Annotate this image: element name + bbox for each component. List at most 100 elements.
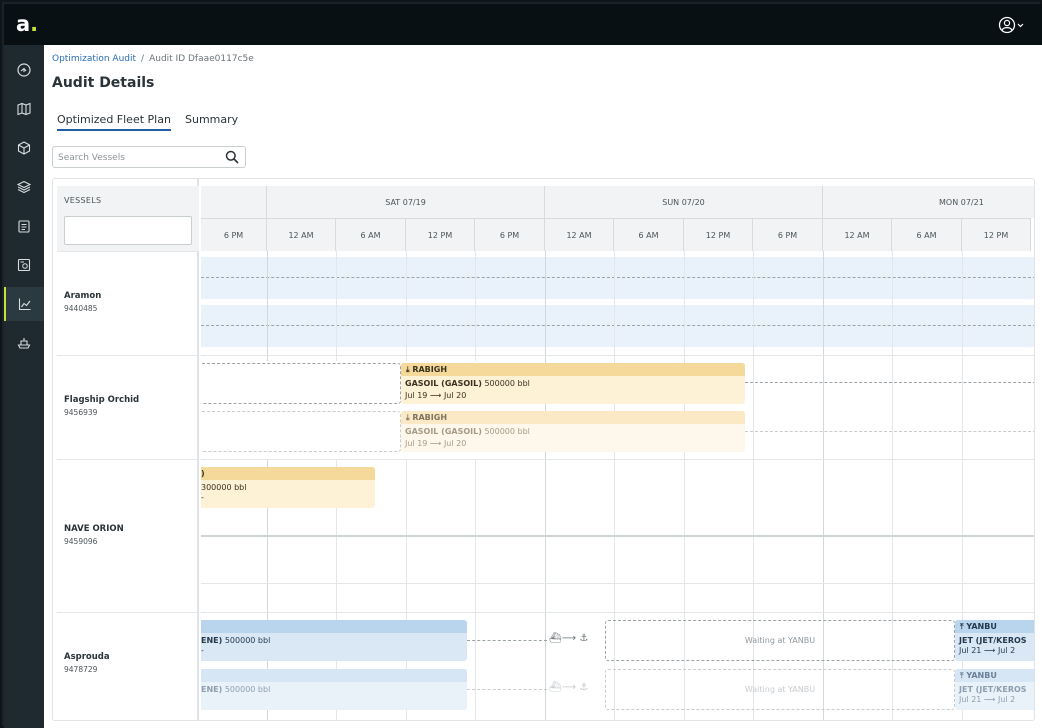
voyage-card[interactable]: ⤒ YANBU JET (JET/KEROS Jul 21 ⟶ Jul 2 — [955, 620, 1034, 661]
track-line — [467, 689, 547, 690]
search-icon[interactable] — [225, 150, 239, 164]
sidebar-item-vessels[interactable] — [4, 326, 44, 360]
track-line — [467, 640, 547, 641]
cargo-qty: 500000 bbl — [484, 379, 530, 388]
ship-transit-icon: ⛴⟶ — [549, 633, 577, 644]
breadcrumb-link-optimization-audit[interactable]: Optimization Audit — [52, 54, 136, 64]
voyage-card-header — [201, 620, 467, 633]
original-voyage-card[interactable]: ⤓ RABIGH GASOIL (GASOIL) 500000 bbl Jul … — [401, 411, 745, 452]
date-from: Jul 19 — [405, 439, 428, 448]
waiting-segment[interactable]: Waiting at YANBU — [605, 620, 955, 661]
voyage-card[interactable]: ⤓ RABIGH GASOIL (GASOIL) 500000 bbl Jul … — [401, 363, 745, 404]
day-header: SUN 07/20 — [545, 186, 823, 218]
cargo-qty: 500000 bbl — [224, 636, 271, 645]
sidebar-item-analytics[interactable] — [4, 287, 44, 321]
vessel-id: 9440485 — [64, 304, 98, 313]
cargo-name: ENE) — [201, 636, 223, 645]
tab-optimized-fleet-plan[interactable]: Optimized Fleet Plan — [57, 113, 171, 131]
vessel-name: Aramon — [64, 291, 102, 301]
row-separator — [201, 355, 1034, 356]
vessel-search — [52, 146, 246, 168]
cargo-name: JET (JET/KEROS — [959, 685, 1027, 694]
breadcrumb-current: Audit ID Dfaae0117c5e — [149, 54, 254, 64]
row-separator — [201, 459, 1034, 460]
arrow-icon: ⟶ — [983, 646, 996, 655]
original-voyage-card[interactable]: ⤒ YANBU JET (JET/KEROS Jul 21 ⟶ Jul 2 — [955, 669, 1034, 710]
hour-header: 6 AM — [614, 218, 684, 251]
sidebar-item-layers[interactable] — [4, 170, 44, 204]
prior-voyage-segment[interactable] — [201, 363, 401, 404]
sidebar-item-inventory[interactable] — [4, 131, 44, 165]
voyage-card-header: ⤓ RABIGH — [401, 411, 745, 424]
date-to: Jul 20 — [443, 391, 467, 400]
vessel-id: 9478729 — [64, 665, 98, 674]
sidebar-item-reports[interactable] — [4, 248, 44, 282]
fleet-timeline: VESSELS Aramon 9440485 Flagship Orchid 9… — [52, 178, 1035, 721]
vessel-row[interactable]: Aramon 9440485 — [57, 251, 199, 355]
date-line: Jul 19 ⟶ Jul 20 — [401, 391, 745, 400]
track-divider — [201, 535, 1034, 537]
timeline-band — [201, 305, 1034, 347]
hour-header: 6 AM — [336, 218, 406, 251]
chart-icon — [18, 298, 31, 311]
hour-header: 6 AM — [892, 218, 962, 251]
tab-summary[interactable]: Summary — [185, 113, 238, 126]
search-input[interactable] — [58, 150, 218, 165]
date-to: Jul 20 — [443, 439, 467, 448]
ship-icon — [17, 338, 31, 349]
sidebar-item-schedule[interactable] — [4, 209, 44, 243]
track-line — [201, 325, 1034, 326]
voyage-card-header — [201, 669, 467, 682]
vessel-row[interactable]: Flagship Orchid 9456939 — [57, 355, 199, 459]
dashboard-icon — [17, 63, 31, 77]
voyage-card[interactable]: ENE) 500000 bbl - — [201, 620, 467, 661]
date-line: Jul 21 ⟶ Jul 2 — [955, 646, 1034, 655]
hour-header: 12 AM — [823, 218, 892, 251]
day-header-spacer — [201, 186, 267, 218]
date-to: Jul 2 — [997, 646, 1016, 655]
day-header: SAT 07/19 — [267, 186, 545, 218]
hour-header: 12 AM — [545, 218, 614, 251]
user-icon — [998, 16, 1024, 34]
cargo-qty: 500000 bbl — [224, 685, 271, 694]
cargo-line: 300000 bbl — [201, 483, 375, 492]
anchor-icon: ⚓ — [579, 682, 589, 693]
arrow-icon: ⟶ — [983, 695, 996, 704]
grid-line — [336, 251, 337, 361]
port-name: RABIGH — [412, 413, 448, 422]
hour-header: 6 PM — [201, 218, 267, 251]
vessel-name: Asprouda — [64, 652, 110, 662]
original-voyage-card[interactable]: ENE) 500000 bbl — [201, 669, 467, 710]
timeline-grid: SAT 07/19 SUN 07/20 MON 07/21 6 PM 12 AM… — [201, 179, 1034, 720]
hour-header: 6 PM — [753, 218, 823, 251]
voyage-card-header: ) — [201, 467, 375, 480]
page-title: Audit Details — [52, 75, 155, 91]
vessel-name: NAVE ORION — [64, 524, 124, 534]
hour-header: 12 PM — [962, 218, 1031, 251]
sidebar-item-dashboard[interactable] — [4, 53, 44, 87]
original-voyage-segment[interactable] — [201, 411, 401, 452]
cargo-qty: 500000 bbl — [484, 427, 530, 436]
grid-line — [545, 251, 546, 720]
ballast-icons: ⛴⟶ ⚓ — [549, 633, 588, 644]
app-logo[interactable]: a. — [16, 12, 38, 36]
cargo-qty: 300000 bbl — [201, 483, 247, 492]
row-separator — [201, 612, 1034, 613]
cargo-line: JET (JET/KEROS — [955, 685, 1034, 694]
vessel-row[interactable]: Asprouda 9478729 — [57, 612, 199, 720]
breadcrumb-separator: / — [141, 54, 145, 64]
vessel-filter-input[interactable] — [64, 216, 192, 245]
sidebar-item-map[interactable] — [4, 92, 44, 126]
grid-line — [406, 251, 407, 361]
day-header: MON 07/21 — [823, 186, 1034, 218]
vessel-row[interactable]: NAVE ORION 9459096 — [57, 459, 199, 612]
cargo-line: GASOIL (GASOIL) 500000 bbl — [401, 379, 745, 388]
date-from: Jul 21 — [959, 646, 982, 655]
anchor-icon: ⚓ — [579, 633, 589, 644]
user-menu-button[interactable] — [998, 15, 1026, 35]
original-waiting-segment[interactable]: Waiting at YANBU — [605, 669, 955, 710]
vessel-column: VESSELS Aramon 9440485 Flagship Orchid 9… — [53, 179, 199, 720]
main-content: Optimization Audit / Audit ID Dfaae0117c5e… — [44, 45, 1042, 728]
voyage-card[interactable]: ) 300000 bbl - — [201, 467, 375, 508]
cargo-line: ENE) 500000 bbl — [201, 685, 467, 694]
